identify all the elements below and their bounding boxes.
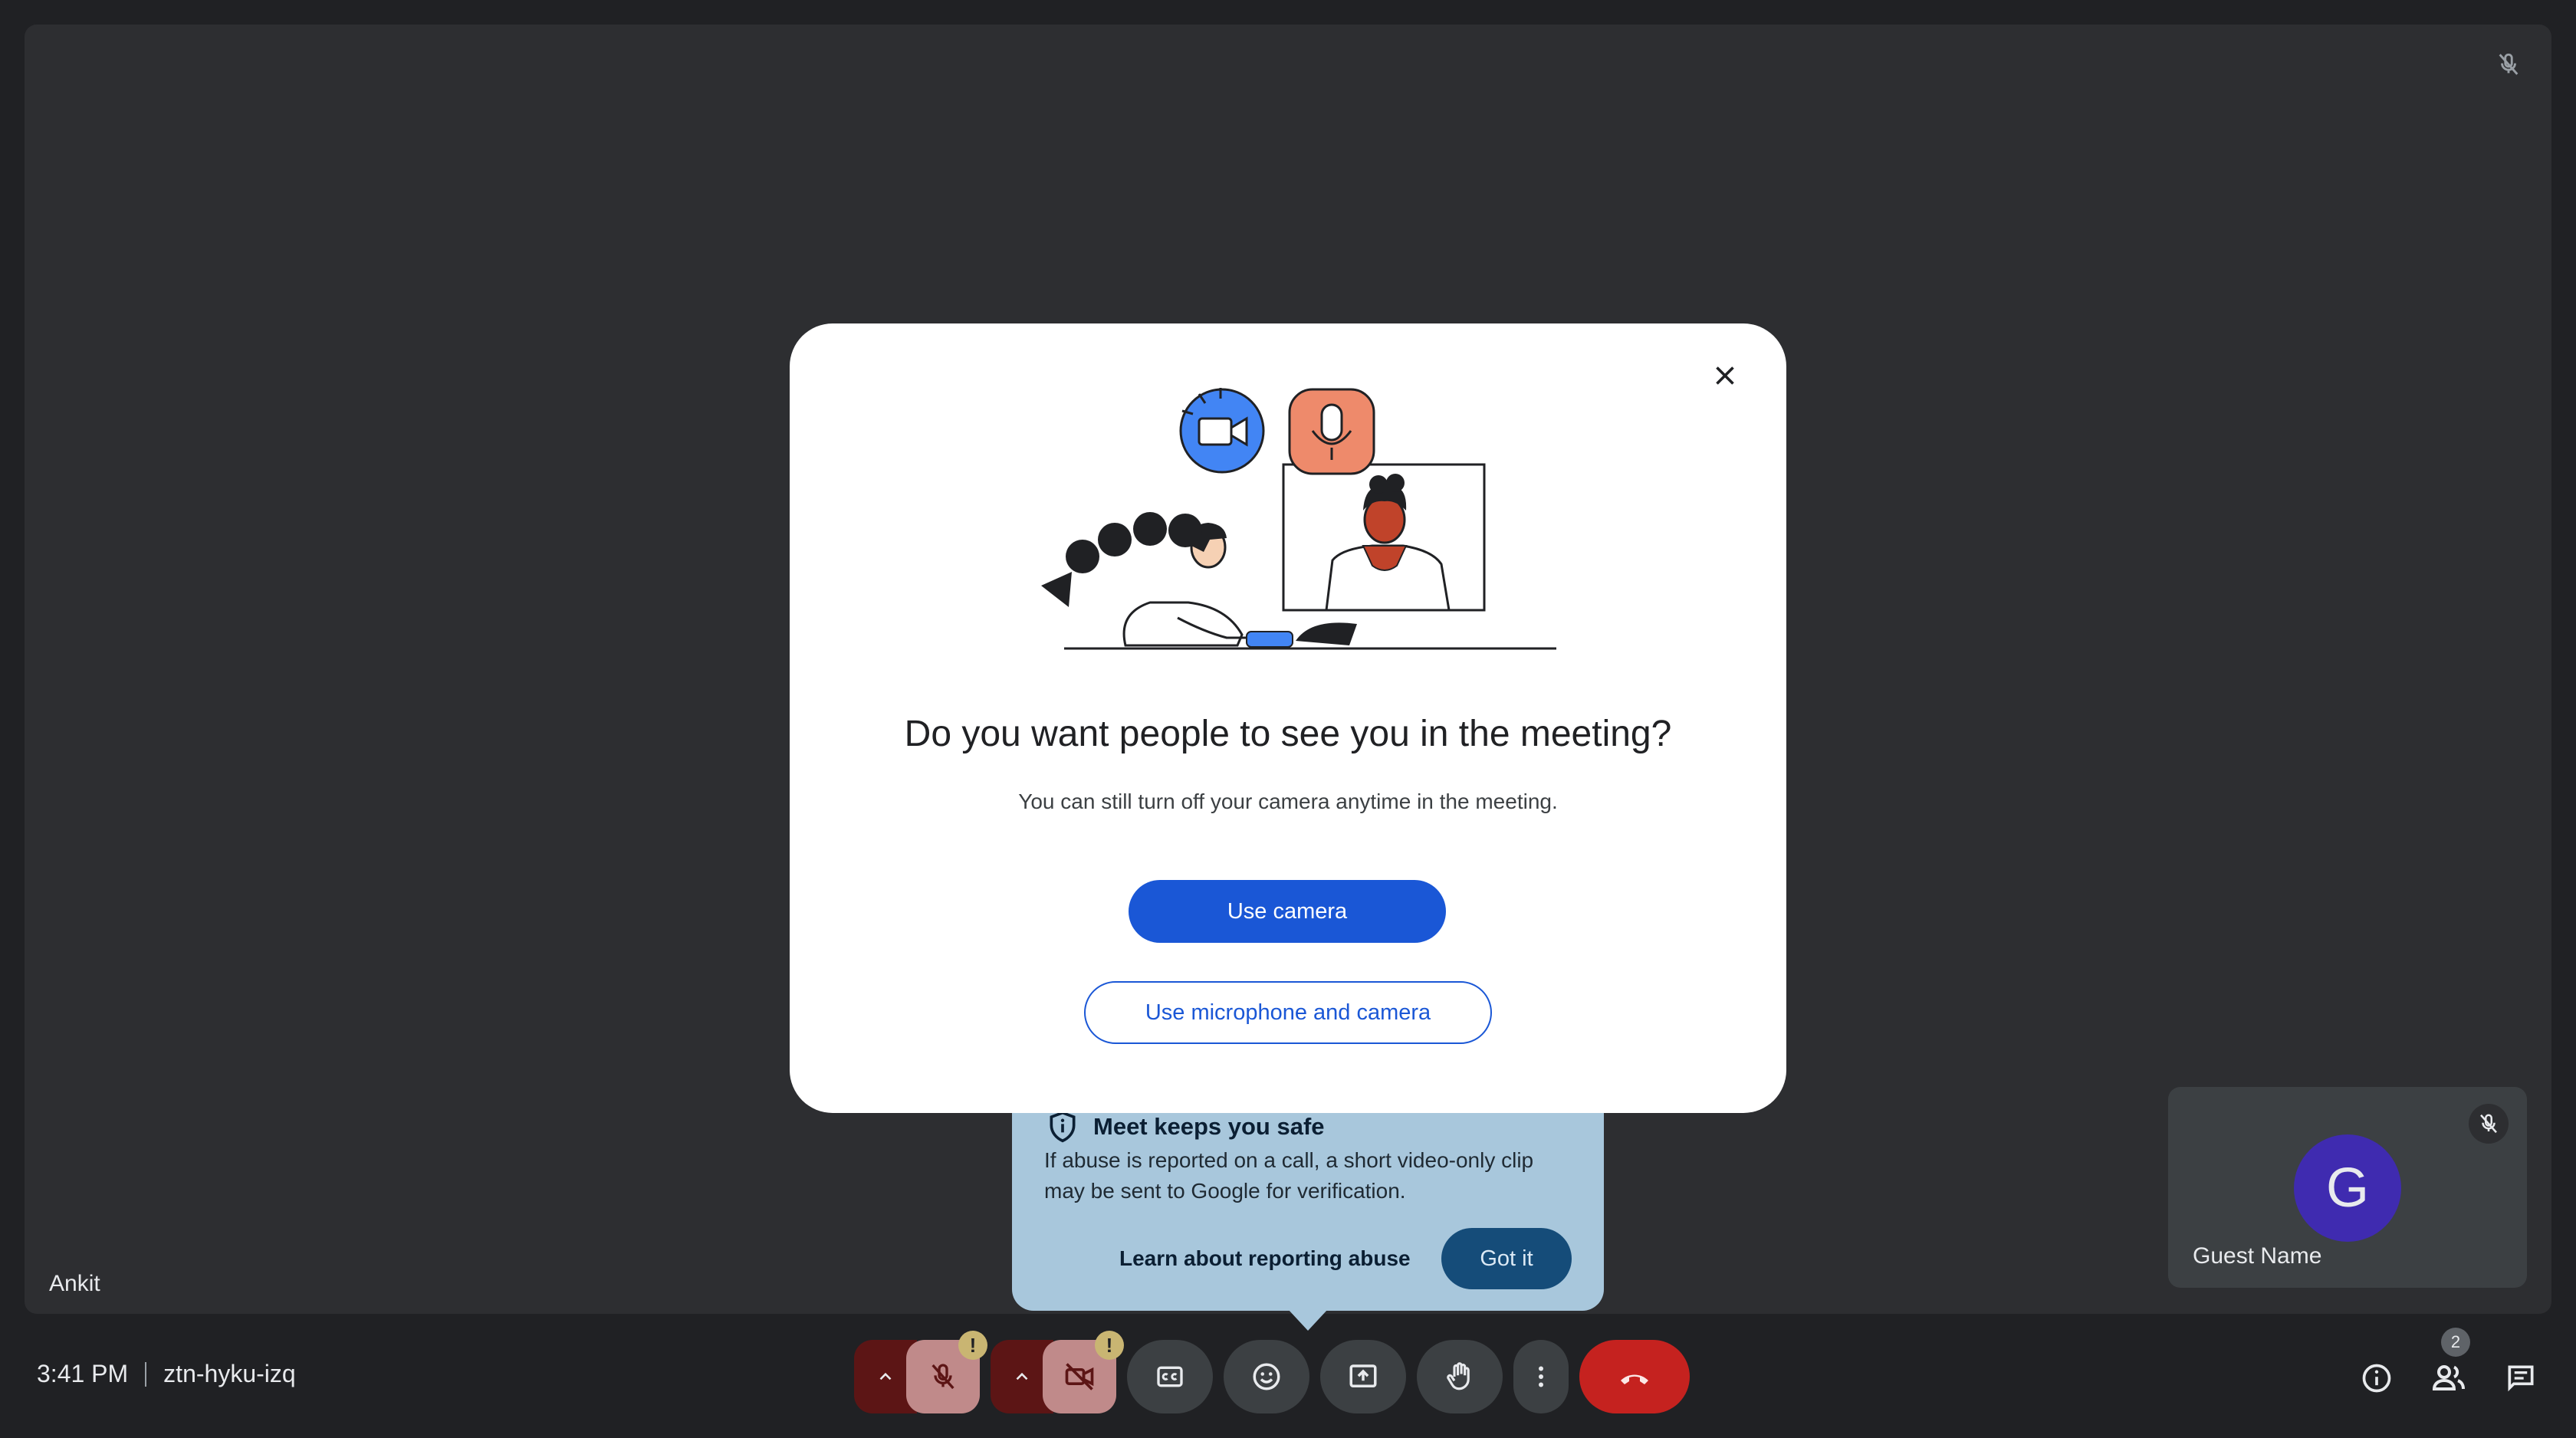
people-count-badge: 2 [2441,1328,2470,1357]
safety-card: Meet keeps you safe If abuse is reported… [1012,1110,1604,1331]
meeting-side-controls: 2 [2352,1328,2545,1403]
shield-icon [1046,1110,1079,1144]
people-icon [2432,1365,2465,1390]
meeting-code: ztn-hyku-izq [163,1360,296,1387]
safety-title: Meet keeps you safe [1093,1113,1325,1140]
chat-icon [2508,1365,2534,1392]
call-controls: ! ! [854,1331,1690,1413]
use-mic-camera-button[interactable]: Use microphone and camera [1084,981,1492,1044]
present-icon [1349,1364,1377,1387]
meeting-details-button[interactable] [2352,1354,2401,1403]
avatar: G [2294,1134,2401,1242]
leave-call-button[interactable] [1579,1340,1690,1413]
closed-caption-icon [1157,1366,1183,1387]
chevron-up-icon [879,1372,892,1381]
mic-off-icon [2469,1104,2509,1144]
close-icon[interactable] [1697,348,1753,403]
raise-hand-button[interactable] [1417,1340,1503,1413]
camera-control: ! [991,1331,1124,1413]
meeting-illustration [1041,388,1556,650]
people-button[interactable]: 2 [2424,1328,2473,1403]
clock-time: 3:41 PM [37,1360,129,1387]
videocam-off-icon [1065,1363,1094,1390]
dialog-title: Do you want people to see you in the mee… [904,714,1672,754]
more-options-button[interactable] [1513,1340,1569,1413]
mic-control: ! [854,1331,987,1413]
mic-off-icon [932,1364,955,1390]
warning-badge: ! [958,1331,987,1360]
participant-name: Ankit [49,1271,100,1296]
safety-body: If abuse is reported on a call, a short … [1044,1148,1534,1203]
captions-button[interactable] [1127,1340,1213,1413]
guest-name: Guest Name [2193,1243,2322,1269]
raise-hand-icon [1447,1362,1470,1390]
meeting-info: 3:41 PM ztn-hyku-izq [37,1360,296,1388]
present-button[interactable] [1320,1340,1406,1413]
got-it-button[interactable]: Got it [1441,1228,1572,1289]
warning-badge: ! [1095,1331,1124,1360]
call-end-icon [1621,1374,1648,1384]
dialog-subtitle: You can still turn off your camera anyti… [1018,790,1558,813]
camera-dialog: Do you want people to see you in the mee… [790,323,1786,1113]
chevron-up-icon [1016,1372,1028,1381]
guest-tile[interactable]: G Guest Name [2168,1087,2527,1288]
reactions-button[interactable] [1224,1340,1309,1413]
info-icon [2362,1364,2391,1393]
more-vert-icon [1539,1366,1543,1387]
use-camera-button[interactable]: Use camera [1129,880,1446,943]
chat-button[interactable] [2496,1354,2545,1403]
mic-off-icon [2487,43,2530,86]
divider [145,1361,147,1387]
emoji-icon [1253,1363,1280,1390]
learn-abuse-link[interactable]: Learn about reporting abuse [1119,1246,1411,1271]
